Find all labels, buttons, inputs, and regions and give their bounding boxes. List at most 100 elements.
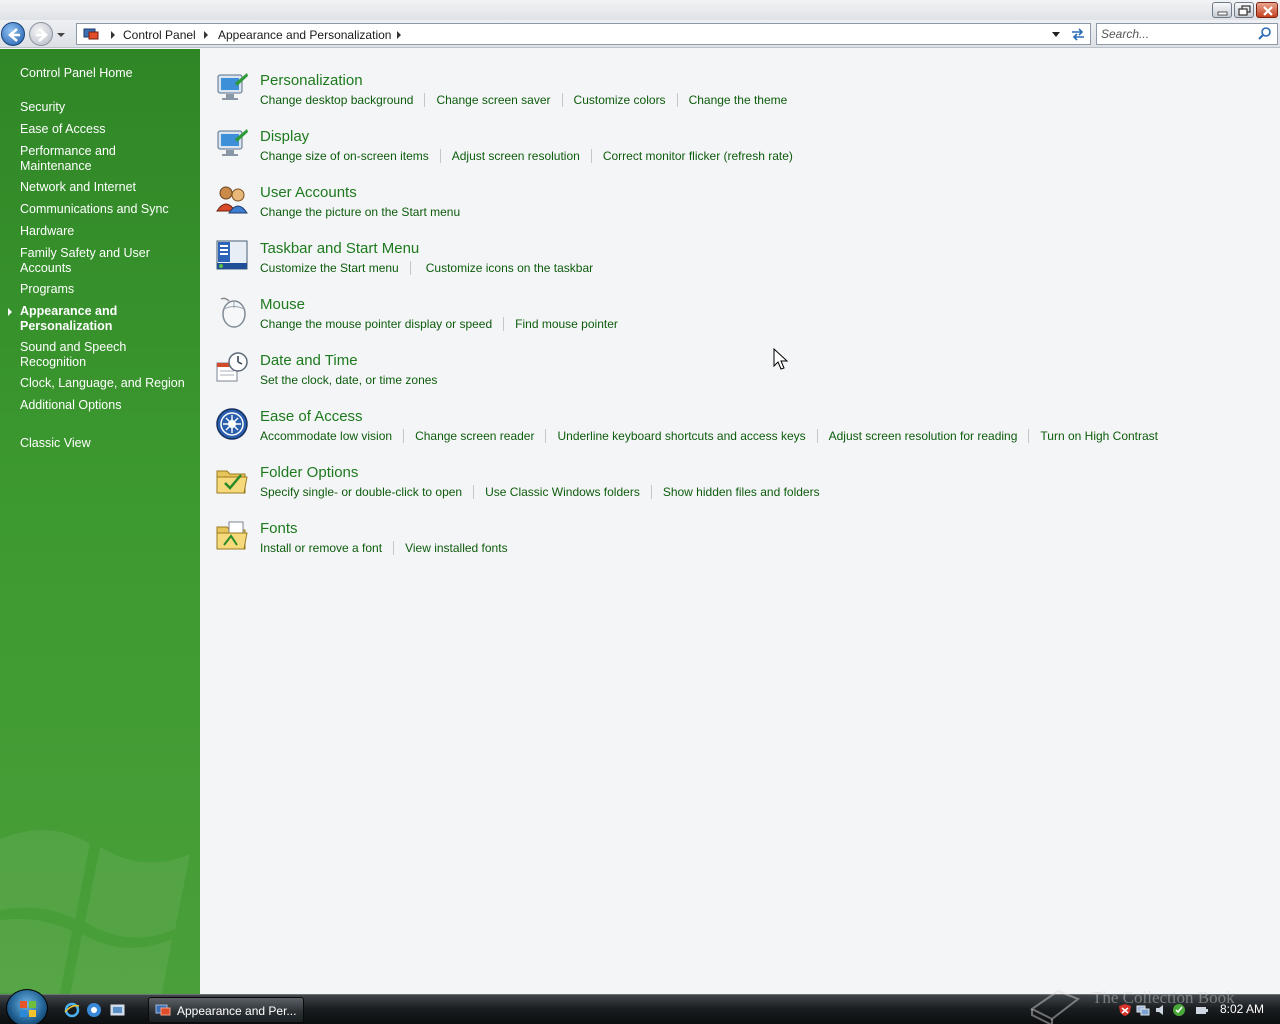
security-shield-icon[interactable] bbox=[1118, 1003, 1132, 1017]
task-links: Install or remove a font View installed … bbox=[260, 541, 508, 555]
ease-of-access-icon[interactable] bbox=[215, 407, 249, 441]
task-resolution-for-reading[interactable]: Adjust screen resolution for reading bbox=[829, 429, 1018, 443]
task-set-clock[interactable]: Set the clock, date, or time zones bbox=[260, 373, 437, 387]
search-input[interactable] bbox=[1101, 26, 1251, 42]
system-clock[interactable]: 8:02 AM bbox=[1220, 1002, 1264, 1016]
task-classic-folders[interactable]: Use Classic Windows folders bbox=[485, 485, 640, 499]
recent-pages-button[interactable] bbox=[55, 27, 67, 41]
sidebar-item-appearance[interactable]: Appearance and Personalization bbox=[20, 304, 130, 334]
clock-icon[interactable] bbox=[215, 351, 249, 385]
breadcrumb-control-panel[interactable]: Control Panel bbox=[123, 28, 196, 42]
category-title-user-accounts[interactable]: User Accounts bbox=[260, 184, 357, 201]
task-customize-start-menu[interactable]: Customize the Start menu bbox=[260, 261, 399, 275]
update-icon[interactable] bbox=[1172, 1003, 1186, 1017]
search-icon[interactable] bbox=[1257, 26, 1273, 42]
sidebar-item-network[interactable]: Network and Internet bbox=[20, 180, 192, 195]
task-change-screen-saver[interactable]: Change screen saver bbox=[436, 93, 550, 107]
forward-button[interactable] bbox=[29, 22, 53, 46]
task-single-double-click[interactable]: Specify single- or double-click to open bbox=[260, 485, 462, 499]
title-bar bbox=[0, 0, 1280, 20]
sidebar-item-performance[interactable]: Performance and Maintenance bbox=[20, 144, 140, 174]
sidebar-item-control-panel-home[interactable]: Control Panel Home bbox=[20, 66, 192, 81]
fonts-folder-icon[interactable] bbox=[215, 519, 249, 553]
mouse-icon[interactable] bbox=[215, 295, 249, 329]
task-links: Set the clock, date, or time zones bbox=[260, 373, 437, 387]
category-title-display[interactable]: Display bbox=[260, 128, 309, 145]
task-underline-shortcuts[interactable]: Underline keyboard shortcuts and access … bbox=[557, 429, 805, 443]
sidebar-item-communications[interactable]: Communications and Sync bbox=[20, 202, 192, 217]
power-icon[interactable] bbox=[1194, 1003, 1208, 1017]
sidebar-item-ease-of-access[interactable]: Ease of Access bbox=[20, 122, 192, 137]
task-install-remove-font[interactable]: Install or remove a font bbox=[260, 541, 382, 555]
task-customize-colors[interactable]: Customize colors bbox=[574, 93, 666, 107]
internet-explorer-icon[interactable] bbox=[64, 1002, 80, 1018]
user-accounts-icon[interactable] bbox=[215, 183, 249, 217]
category-title-mouse[interactable]: Mouse bbox=[260, 296, 305, 313]
task-adjust-resolution[interactable]: Adjust screen resolution bbox=[452, 149, 580, 163]
navigation-bar: Control Panel Appearance and Personaliza… bbox=[0, 20, 1280, 48]
address-bar[interactable]: Control Panel Appearance and Personaliza… bbox=[76, 23, 1091, 45]
folder-options-icon[interactable] bbox=[215, 463, 249, 497]
breadcrumb-separator-icon[interactable] bbox=[204, 31, 208, 39]
restore-button[interactable] bbox=[1234, 2, 1254, 18]
task-customize-taskbar-icons[interactable]: Customize icons on the taskbar bbox=[426, 261, 593, 275]
category-ease-of-access: Ease of Access Accommodate low vision Ch… bbox=[200, 407, 1280, 457]
volume-icon[interactable] bbox=[1154, 1003, 1168, 1017]
search-box[interactable] bbox=[1096, 23, 1278, 45]
task-correct-flicker[interactable]: Correct monitor flicker (refresh rate) bbox=[603, 149, 793, 163]
back-button[interactable] bbox=[1, 22, 25, 46]
category-title-date-time[interactable]: Date and Time bbox=[260, 352, 358, 369]
sidebar: Control Panel Home Security Ease of Acce… bbox=[0, 49, 200, 995]
taskbar-icon[interactable] bbox=[215, 239, 249, 273]
category-folder-options: Folder Options Specify single- or double… bbox=[200, 463, 1280, 513]
category-title-personalization[interactable]: Personalization bbox=[260, 72, 363, 89]
sidebar-item-security[interactable]: Security bbox=[20, 100, 192, 115]
task-accommodate-low-vision[interactable]: Accommodate low vision bbox=[260, 429, 392, 443]
active-item-arrow-icon bbox=[8, 308, 12, 316]
breadcrumb-separator-icon[interactable] bbox=[397, 31, 401, 39]
media-player-icon[interactable] bbox=[86, 1002, 102, 1018]
category-title-fonts[interactable]: Fonts bbox=[260, 520, 298, 537]
task-separator bbox=[409, 261, 411, 275]
sidebar-item-programs[interactable]: Programs bbox=[20, 282, 192, 297]
sidebar-item-classic-view[interactable]: Classic View bbox=[20, 436, 192, 451]
task-links: Specify single- or double-click to open … bbox=[260, 485, 820, 499]
taskbar: Appearance and Per... The Collection Boo… bbox=[0, 988, 1280, 1024]
task-view-installed-fonts[interactable]: View installed fonts bbox=[405, 541, 508, 555]
task-show-hidden-files[interactable]: Show hidden files and folders bbox=[663, 485, 820, 499]
breadcrumb-separator-icon[interactable] bbox=[111, 31, 115, 39]
personalization-icon[interactable] bbox=[215, 71, 249, 105]
category-title-taskbar[interactable]: Taskbar and Start Menu bbox=[260, 240, 419, 257]
task-change-start-picture[interactable]: Change the picture on the Start menu bbox=[260, 205, 460, 219]
task-change-screen-reader[interactable]: Change screen reader bbox=[415, 429, 534, 443]
network-icon[interactable] bbox=[1136, 1003, 1150, 1017]
start-button[interactable] bbox=[6, 989, 48, 1024]
sidebar-item-hardware[interactable]: Hardware bbox=[20, 224, 192, 239]
sidebar-item-additional-options[interactable]: Additional Options bbox=[20, 398, 192, 413]
windows-logo-icon bbox=[20, 1001, 36, 1017]
display-icon[interactable] bbox=[215, 127, 249, 161]
task-high-contrast[interactable]: Turn on High Contrast bbox=[1040, 429, 1158, 443]
task-change-desktop-background[interactable]: Change desktop background bbox=[260, 93, 413, 107]
book-watermark-icon bbox=[1030, 989, 1081, 1024]
task-mouse-pointer-display[interactable]: Change the mouse pointer display or spee… bbox=[260, 317, 492, 331]
mouse-cursor-icon bbox=[773, 348, 789, 370]
category-title-ease-of-access[interactable]: Ease of Access bbox=[260, 408, 363, 425]
task-links: Change desktop background Change screen … bbox=[260, 93, 787, 107]
task-find-mouse-pointer[interactable]: Find mouse pointer bbox=[515, 317, 618, 331]
sidebar-item-sound[interactable]: Sound and Speech Recognition bbox=[20, 340, 130, 370]
sidebar-item-family-safety[interactable]: Family Safety and User Accounts bbox=[20, 246, 150, 276]
task-separator bbox=[503, 317, 505, 331]
taskbar-window-button[interactable]: Appearance and Per... bbox=[148, 997, 304, 1023]
task-separator bbox=[545, 429, 547, 443]
close-button[interactable] bbox=[1256, 2, 1278, 18]
sidebar-item-clock-language[interactable]: Clock, Language, and Region bbox=[20, 376, 192, 391]
breadcrumb-appearance[interactable]: Appearance and Personalization bbox=[218, 28, 391, 42]
address-dropdown-icon[interactable] bbox=[1052, 32, 1060, 37]
minimize-button[interactable] bbox=[1212, 2, 1232, 18]
task-change-size-of-items[interactable]: Change size of on-screen items bbox=[260, 149, 429, 163]
refresh-icon[interactable] bbox=[1069, 26, 1087, 42]
show-desktop-icon[interactable] bbox=[110, 1002, 126, 1018]
task-change-theme[interactable]: Change the theme bbox=[689, 93, 788, 107]
category-title-folder-options[interactable]: Folder Options bbox=[260, 464, 358, 481]
